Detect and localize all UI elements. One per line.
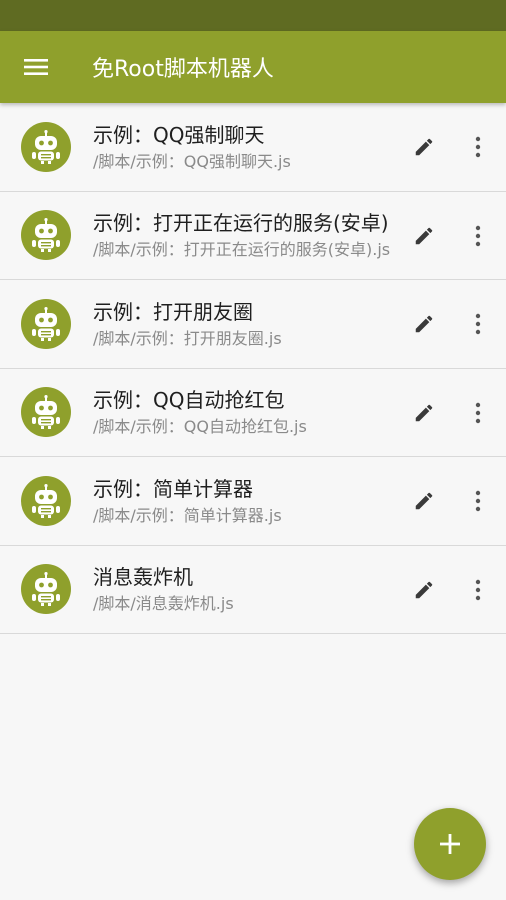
android-robot-icon bbox=[32, 218, 60, 253]
pencil-icon bbox=[415, 492, 433, 510]
android-robot-icon bbox=[32, 129, 60, 164]
edit-script-button[interactable] bbox=[404, 570, 444, 610]
script-path: /脚本/示例：简单计算器.js bbox=[93, 505, 282, 525]
script-title: 示例：QQ强制聊天 bbox=[93, 122, 265, 147]
script-avatar bbox=[21, 564, 71, 615]
script-title: 消息轰炸机 bbox=[93, 565, 193, 590]
app-title: 免Root脚本机器人 bbox=[92, 57, 274, 82]
script-title: 示例：打开朋友圈 bbox=[93, 299, 253, 324]
script-path: /脚本/示例：QQ强制聊天.js bbox=[93, 151, 291, 171]
more-vert-icon bbox=[475, 490, 481, 512]
hamburger-menu-icon bbox=[24, 59, 48, 75]
pencil-icon bbox=[415, 315, 433, 333]
script-path: /脚本/消息轰炸机.js bbox=[93, 594, 234, 614]
script-title: 示例：打开正在运行的服务(安卓) bbox=[93, 211, 389, 236]
more-vert-icon bbox=[475, 313, 481, 335]
script-avatar bbox=[21, 387, 71, 438]
script-path: /脚本/示例：打开正在运行的服务(安卓).js bbox=[93, 240, 391, 260]
android-robot-icon bbox=[32, 572, 60, 607]
more-vert-icon bbox=[475, 579, 481, 600]
script-path: /脚本/示例：QQ自动抢红包.js bbox=[93, 417, 307, 437]
script-title: 示例：简单计算器 bbox=[93, 476, 253, 501]
script-avatar bbox=[21, 298, 71, 349]
edit-script-button[interactable] bbox=[404, 304, 444, 344]
app-bar: 免Root脚本机器人 bbox=[0, 31, 506, 103]
android-robot-icon bbox=[32, 395, 60, 430]
script-row[interactable]: 示例：QQ强制聊天 /脚本/示例：QQ强制聊天.js bbox=[0, 103, 506, 192]
script-row[interactable]: 消息轰炸机 /脚本/消息轰炸机.js bbox=[0, 545, 506, 634]
add-script-button[interactable] bbox=[414, 808, 486, 880]
more-vert-icon bbox=[475, 402, 481, 423]
script-row[interactable]: 示例：打开正在运行的服务(安卓) /脚本/示例：打开正在运行的服务(安卓).js bbox=[0, 191, 506, 280]
script-avatar bbox=[21, 121, 71, 172]
more-options-button[interactable] bbox=[460, 127, 496, 167]
plus-icon bbox=[440, 834, 460, 854]
more-options-button[interactable] bbox=[460, 304, 496, 344]
edit-script-button[interactable] bbox=[404, 127, 444, 167]
script-row[interactable]: 示例：打开朋友圈 /脚本/示例：打开朋友圈.js bbox=[0, 280, 506, 369]
script-avatar bbox=[21, 475, 71, 526]
edit-script-button[interactable] bbox=[404, 216, 444, 256]
pencil-icon bbox=[415, 227, 433, 244]
script-list: 示例：QQ强制聊天 /脚本/示例：QQ强制聊天.js 示例：打开正在运行的服务(… bbox=[0, 103, 506, 634]
pencil-icon bbox=[415, 404, 433, 421]
more-options-button[interactable] bbox=[460, 393, 496, 433]
script-title: 示例：QQ自动抢红包 bbox=[93, 388, 285, 413]
menu-button[interactable] bbox=[0, 31, 72, 103]
android-robot-icon bbox=[32, 306, 60, 341]
edit-script-button[interactable] bbox=[404, 481, 444, 521]
pencil-icon bbox=[415, 138, 433, 156]
more-options-button[interactable] bbox=[460, 481, 496, 521]
android-robot-icon bbox=[32, 483, 60, 518]
pencil-icon bbox=[415, 581, 433, 598]
script-path: /脚本/示例：打开朋友圈.js bbox=[93, 328, 282, 348]
edit-script-button[interactable] bbox=[404, 393, 444, 433]
more-options-button[interactable] bbox=[460, 216, 496, 256]
status-bar bbox=[0, 0, 506, 31]
script-avatar bbox=[21, 210, 71, 261]
script-row[interactable]: 示例：QQ自动抢红包 /脚本/示例：QQ自动抢红包.js bbox=[0, 368, 506, 457]
more-vert-icon bbox=[475, 225, 481, 246]
more-vert-icon bbox=[475, 136, 481, 158]
more-options-button[interactable] bbox=[460, 570, 496, 610]
script-row[interactable]: 示例：简单计算器 /脚本/示例：简单计算器.js bbox=[0, 457, 506, 546]
